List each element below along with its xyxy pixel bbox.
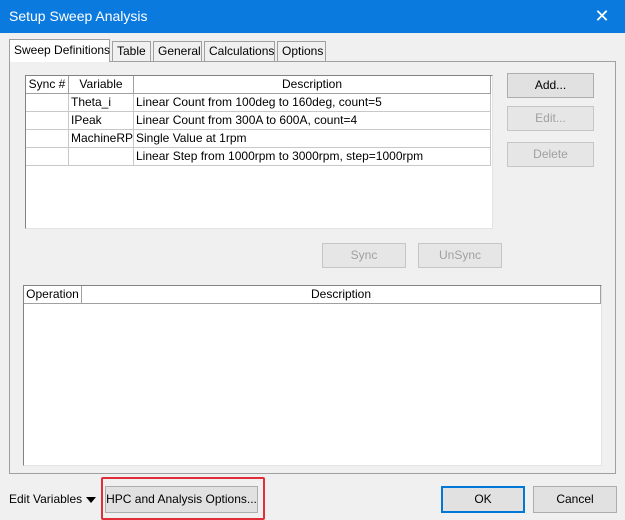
operation-table-header: Operation Description	[24, 286, 601, 304]
sync-cell	[26, 112, 69, 130]
table-row[interactable]: IPeak Linear Count from 300A to 600A, co…	[26, 112, 491, 130]
title-bar: Setup Sweep Analysis ✕	[0, 0, 625, 33]
table-row[interactable]: MachineRPM Single Value at 1rpm	[26, 130, 491, 148]
delete-button[interactable]: Delete	[507, 142, 594, 167]
description-cell: Single Value at 1rpm	[134, 130, 491, 148]
sync-cell	[26, 94, 69, 112]
tab-options[interactable]: Options	[277, 41, 326, 61]
column-header-sync[interactable]: Sync #	[26, 76, 69, 94]
add-button[interactable]: Add...	[507, 73, 594, 98]
table-row[interactable]: Theta_i Linear Count from 100deg to 160d…	[26, 94, 491, 112]
edit-button[interactable]: Edit...	[507, 106, 594, 131]
tab-calculations[interactable]: Calculations	[204, 41, 275, 61]
column-header-operation[interactable]: Operation	[24, 286, 82, 304]
operation-table[interactable]: Operation Description	[23, 285, 602, 466]
window-title: Setup Sweep Analysis	[9, 8, 148, 24]
sync-cell	[26, 148, 69, 166]
variable-cell: IPeak	[69, 112, 134, 130]
column-header-description[interactable]: Description	[82, 286, 601, 304]
column-header-description[interactable]: Description	[134, 76, 491, 94]
sync-button[interactable]: Sync	[322, 243, 406, 268]
cancel-button[interactable]: Cancel	[533, 486, 617, 513]
ok-button[interactable]: OK	[441, 486, 525, 513]
edit-variables-label: Edit Variables	[9, 492, 83, 506]
sweep-definitions-table[interactable]: Sync # Variable Description Theta_i Line…	[25, 75, 493, 229]
sweep-table-header: Sync # Variable Description	[26, 76, 491, 94]
variable-cell	[69, 148, 134, 166]
column-header-variable[interactable]: Variable	[69, 76, 134, 94]
close-icon[interactable]: ✕	[579, 0, 625, 33]
table-row[interactable]: Linear Step from 1000rpm to 3000rpm, ste…	[26, 148, 491, 166]
unsync-button[interactable]: UnSync	[418, 243, 502, 268]
variable-cell: MachineRPM	[69, 130, 134, 148]
description-cell: Linear Step from 1000rpm to 3000rpm, ste…	[134, 148, 491, 166]
hpc-analysis-options-button[interactable]: HPC and Analysis Options...	[105, 486, 258, 513]
tab-sweep-definitions[interactable]: Sweep Definitions	[9, 39, 110, 62]
tab-general[interactable]: General	[153, 41, 202, 61]
tab-table[interactable]: Table	[112, 41, 151, 61]
variable-cell: Theta_i	[69, 94, 134, 112]
sync-cell	[26, 130, 69, 148]
chevron-down-icon	[86, 496, 97, 503]
description-cell: Linear Count from 100deg to 160deg, coun…	[134, 94, 491, 112]
edit-variables-dropdown[interactable]: Edit Variables	[9, 488, 97, 510]
description-cell: Linear Count from 300A to 600A, count=4	[134, 112, 491, 130]
